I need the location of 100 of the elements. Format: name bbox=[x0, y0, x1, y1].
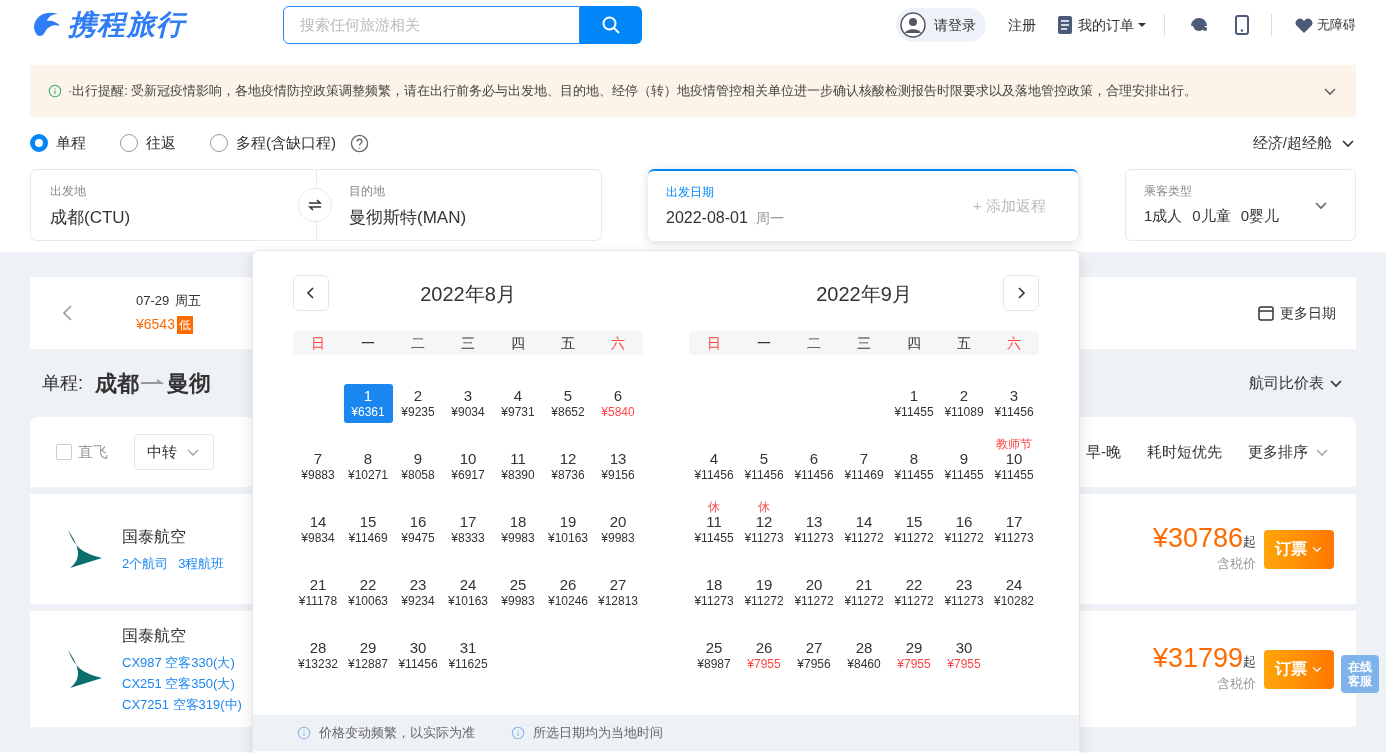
brand-logo[interactable]: 携程旅行 bbox=[68, 4, 186, 46]
calendar-day[interactable]: 27 ¥12813 bbox=[594, 572, 641, 613]
calendar-day[interactable]: 23 ¥9234 bbox=[398, 572, 438, 613]
weekday-label: 六 bbox=[610, 333, 626, 353]
accessibility-link[interactable]: 无障碍 bbox=[1317, 15, 1356, 35]
calendar-day[interactable]: 4 ¥9731 bbox=[498, 383, 538, 424]
calendar-day[interactable]: 28 ¥13232 bbox=[294, 635, 341, 676]
date-field[interactable]: 出发日期 2022-08-01 周一 + 添加返程 bbox=[648, 169, 1078, 241]
calendar-day[interactable]: 21 ¥11272 bbox=[841, 572, 887, 613]
calendar-day[interactable]: 3 ¥11456 bbox=[991, 383, 1037, 424]
calendar-day[interactable]: 24 ¥10163 bbox=[444, 572, 491, 613]
calendar-day[interactable]: 17 ¥11273 bbox=[991, 509, 1037, 550]
calendar-day[interactable]: 7 ¥11469 bbox=[841, 446, 887, 487]
calendar-day[interactable]: 6 ¥11456 bbox=[791, 446, 837, 487]
calendar-day[interactable]: 4 ¥11456 bbox=[691, 446, 737, 487]
login-button[interactable]: 请登录 bbox=[896, 8, 986, 42]
calendar-day[interactable]: 9 ¥11455 bbox=[941, 446, 987, 487]
flight-detail-link[interactable]: CX7251 空客319(中) bbox=[122, 693, 242, 715]
calendar-day[interactable]: 25 ¥8987 bbox=[694, 635, 734, 676]
flight-detail-link[interactable]: 3程航班 bbox=[178, 552, 225, 574]
info-icon bbox=[297, 726, 311, 740]
sort-option[interactable]: 更多排序 bbox=[1248, 440, 1330, 464]
cabin-select[interactable]: 经济/超经舱 bbox=[1252, 131, 1356, 155]
calendar-day[interactable]: 26 ¥7955 bbox=[744, 635, 784, 676]
sort-option[interactable]: 耗时短优先 bbox=[1147, 440, 1222, 464]
trip-type-radio[interactable]: 往返 bbox=[120, 131, 176, 155]
calendar-day[interactable]: 2 ¥9235 bbox=[398, 383, 438, 424]
calendar-day[interactable]: 30 ¥7955 bbox=[944, 635, 984, 676]
holiday-note: 休 bbox=[708, 501, 720, 513]
holiday-note: 教师节 bbox=[996, 438, 1032, 450]
calendar-day[interactable]: 8 ¥11455 bbox=[891, 446, 937, 487]
calendar-day[interactable]: 25 ¥9983 bbox=[498, 572, 538, 613]
passenger-field[interactable]: 乘客类型 1成人 0儿童 0婴儿 bbox=[1125, 169, 1356, 241]
calendar-day[interactable]: 17 ¥8333 bbox=[448, 509, 488, 550]
weekday-label: 一 bbox=[756, 333, 772, 353]
calendar-day[interactable]: 30 ¥11456 bbox=[395, 635, 441, 676]
calendar-day[interactable]: 16 ¥11272 bbox=[941, 509, 987, 550]
calendar-day[interactable]: 18 ¥9983 bbox=[498, 509, 538, 550]
prev-month-button[interactable] bbox=[293, 275, 329, 311]
flight-detail-link[interactable]: 2个航司 bbox=[122, 552, 169, 574]
calendar-day[interactable]: 8 ¥10271 bbox=[344, 446, 391, 487]
calendar-day[interactable]: 19 ¥10163 bbox=[544, 509, 591, 550]
phone-icon[interactable] bbox=[1235, 15, 1249, 35]
flight-detail-link[interactable]: CX251 空客350(大) bbox=[122, 672, 242, 694]
calendar-day[interactable]: 21 ¥11178 bbox=[295, 572, 341, 613]
calendar-day[interactable]: 5 ¥11456 bbox=[741, 446, 787, 487]
calendar-day[interactable]: 29 ¥12887 bbox=[344, 635, 391, 676]
help-icon[interactable] bbox=[350, 133, 369, 153]
calendar-day[interactable]: 7 ¥9883 bbox=[298, 446, 338, 487]
weekday-label: 二 bbox=[410, 333, 426, 353]
calendar-day[interactable]: 10 ¥6917 bbox=[448, 446, 488, 487]
calendar-day[interactable]: 13 ¥11273 bbox=[791, 509, 837, 550]
calendar-day[interactable]: 6 ¥5840 bbox=[598, 383, 638, 424]
calendar-day[interactable]: 15 ¥11272 bbox=[891, 509, 937, 550]
calendar-icon[interactable] bbox=[1258, 305, 1274, 321]
more-dates-link[interactable]: 更多日期 bbox=[1280, 302, 1336, 324]
calendar-day[interactable]: 26 ¥10246 bbox=[544, 572, 591, 613]
calendar-day[interactable]: 28 ¥8460 bbox=[844, 635, 884, 676]
calendar-day[interactable]: 14 ¥11272 bbox=[841, 509, 887, 550]
register-link[interactable]: 注册 bbox=[1008, 14, 1036, 36]
calendar-day[interactable]: 1 ¥11455 bbox=[891, 383, 937, 424]
calendar-day[interactable]: 29 ¥7955 bbox=[894, 635, 934, 676]
calendar-day[interactable]: 5 ¥8652 bbox=[548, 383, 588, 424]
footer-note: 价格变动频繁，以实际为准 bbox=[319, 724, 475, 743]
next-month-button[interactable] bbox=[1003, 275, 1039, 311]
calendar-day[interactable]: 16 ¥9475 bbox=[398, 509, 438, 550]
weekday-label: 二 bbox=[806, 333, 822, 353]
weekday-label: 三 bbox=[460, 333, 476, 353]
calendar-day[interactable]: 20 ¥9983 bbox=[598, 509, 638, 550]
calendar-day[interactable]: 13 ¥9156 bbox=[598, 446, 638, 487]
search-button[interactable] bbox=[580, 6, 642, 44]
calendar-day[interactable]: 20 ¥11272 bbox=[791, 572, 837, 613]
calendar-day[interactable]: 12 ¥8736 bbox=[548, 446, 588, 487]
month-title: 2022年8月 bbox=[420, 282, 516, 307]
calendar-day[interactable]: 22 ¥10063 bbox=[344, 572, 391, 613]
calendar-day[interactable]: 22 ¥11272 bbox=[891, 572, 937, 613]
calendar-day[interactable]: 14 ¥9834 bbox=[298, 509, 338, 550]
date-strip-item[interactable]: 07-29 周五 ¥6543 低 bbox=[136, 290, 202, 336]
calendar-day[interactable]: 18 ¥11273 bbox=[691, 572, 737, 613]
calendar-day[interactable]: 15 ¥11469 bbox=[345, 509, 391, 550]
airline-compare-button[interactable]: 航司比价表 bbox=[1249, 371, 1344, 395]
calendar-day[interactable]: 9 ¥8058 bbox=[398, 446, 438, 487]
calendar-day[interactable]: 23 ¥11273 bbox=[941, 572, 987, 613]
weekday-label: 四 bbox=[906, 333, 922, 353]
calendar-day[interactable]: 19 ¥11272 bbox=[741, 572, 787, 613]
calendar-day[interactable]: 24 ¥10282 bbox=[990, 572, 1037, 613]
footer-note: 所选日期均为当地时间 bbox=[533, 724, 663, 743]
calendar-day[interactable]: 27 ¥7956 bbox=[794, 635, 834, 676]
calendar-day[interactable]: 11 ¥8390 bbox=[498, 446, 538, 487]
sort-option[interactable]: 早-晚 bbox=[1086, 440, 1121, 464]
calendar-day[interactable]: 1 ¥6361 bbox=[343, 383, 393, 424]
trip-type-radio[interactable]: 单程 bbox=[30, 131, 86, 155]
flight-price: ¥30786 bbox=[1152, 524, 1243, 552]
orders-menu[interactable]: 我的订单 bbox=[1078, 14, 1146, 36]
trip-type-radio[interactable]: 多程(含缺口程) bbox=[210, 131, 336, 155]
calendar-day[interactable]: 31 ¥11625 bbox=[445, 635, 491, 676]
calendar-day[interactable]: 3 ¥9034 bbox=[448, 383, 488, 424]
flight-detail-link[interactable]: CX987 空客330(大) bbox=[122, 651, 242, 673]
calendar-day[interactable]: 2 ¥11089 bbox=[941, 383, 987, 424]
filter-dropdown[interactable]: 中转 bbox=[134, 434, 214, 470]
